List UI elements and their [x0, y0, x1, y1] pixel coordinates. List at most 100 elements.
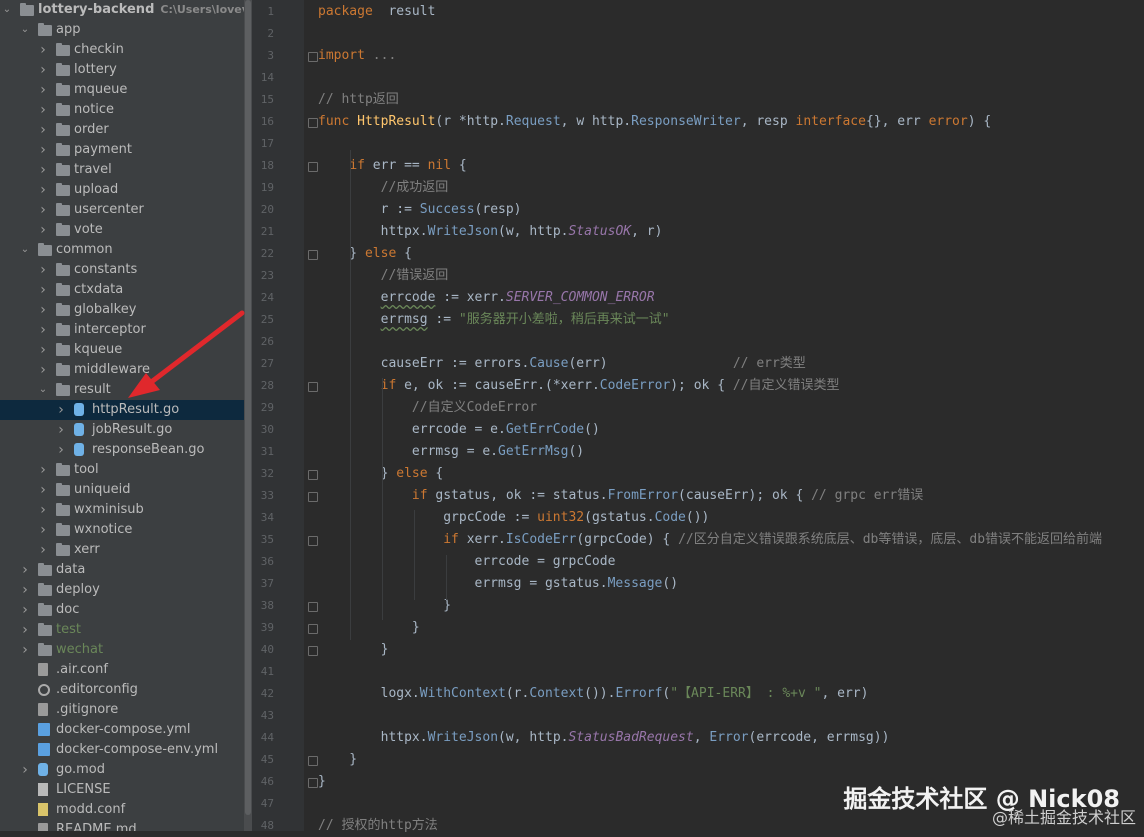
chevron-right-icon[interactable]: › — [38, 500, 48, 520]
tree-item-ctxdata[interactable]: › ctxdata — [0, 280, 244, 300]
tree-item-result[interactable]: ⌄ result — [0, 380, 244, 400]
tree-item-xerr[interactable]: › xerr — [0, 540, 244, 560]
chevron-right-icon[interactable]: › — [20, 640, 30, 660]
fold-marker-icon[interactable] — [308, 756, 318, 766]
code-line[interactable]: package result — [318, 1, 435, 23]
code-line[interactable]: func HttpResult(r *http.Request, w http.… — [318, 111, 991, 133]
chevron-right-icon[interactable]: › — [20, 600, 30, 620]
chevron-right-icon[interactable]: › — [56, 420, 66, 440]
chevron-right-icon[interactable]: › — [38, 300, 48, 320]
fold-marker-icon[interactable] — [308, 536, 318, 546]
chevron-right-icon[interactable]: › — [38, 540, 48, 560]
fold-marker-icon[interactable] — [308, 52, 318, 62]
tree-item-kqueue[interactable]: › kqueue — [0, 340, 244, 360]
tree-item-go-mod[interactable]: › go.mod — [0, 760, 244, 780]
tree-item-test[interactable]: › test — [0, 620, 244, 640]
code-line[interactable]: httpx.WriteJson(w, http.StatusBadRequest… — [318, 727, 890, 749]
chevron-right-icon[interactable]: › — [38, 80, 48, 100]
fold-marker-icon[interactable] — [308, 624, 318, 634]
code-line[interactable]: grpcCode := uint32(gstatus.Code()) — [318, 507, 709, 529]
code-line[interactable]: } else { — [318, 463, 444, 485]
fold-marker-icon[interactable] — [308, 118, 318, 128]
tree-item-interceptor[interactable]: › interceptor — [0, 320, 244, 340]
code-line[interactable]: logx.WithContext(r.Context()).Errorf("【A… — [318, 683, 869, 705]
code-line[interactable]: if e, ok := causeErr.(*xerr.CodeError); … — [318, 375, 840, 397]
code-line[interactable]: // 授权的http方法 — [318, 815, 438, 837]
chevron-right-icon[interactable]: › — [20, 580, 30, 600]
tree-item-middleware[interactable]: › middleware — [0, 360, 244, 380]
chevron-right-icon[interactable]: › — [20, 560, 30, 580]
code-line[interactable]: r := Success(resp) — [318, 199, 522, 221]
tree-item-usercenter[interactable]: › usercenter — [0, 200, 244, 220]
chevron-right-icon[interactable]: › — [38, 200, 48, 220]
fold-marker-icon[interactable] — [308, 492, 318, 502]
chevron-right-icon[interactable]: › — [20, 620, 30, 640]
tree-item-mqueue[interactable]: › mqueue — [0, 80, 244, 100]
code-line[interactable]: import ... — [318, 45, 396, 67]
code-line[interactable]: } — [318, 771, 326, 793]
chevron-right-icon[interactable]: › — [56, 400, 66, 420]
chevron-right-icon[interactable]: › — [38, 340, 48, 360]
tree-item-docker-compose-yml[interactable]: docker-compose.yml — [0, 720, 244, 740]
chevron-down-icon[interactable]: ⌄ — [20, 240, 30, 260]
fold-marker-icon[interactable] — [308, 162, 318, 172]
tree-item-payment[interactable]: › payment — [0, 140, 244, 160]
tree-scrollbar-thumb[interactable] — [245, 0, 251, 815]
fold-marker-icon[interactable] — [308, 646, 318, 656]
chevron-down-icon[interactable]: ⌄ — [2, 0, 12, 20]
code-line[interactable]: } — [318, 617, 420, 639]
tree-item-constants[interactable]: › constants — [0, 260, 244, 280]
tree-item-uniqueid[interactable]: › uniqueid — [0, 480, 244, 500]
chevron-right-icon[interactable]: › — [38, 460, 48, 480]
code-line[interactable]: if err == nil { — [318, 155, 466, 177]
chevron-right-icon[interactable]: › — [38, 160, 48, 180]
code-line[interactable]: //成功返回 — [318, 177, 449, 199]
tree-item-order[interactable]: › order — [0, 120, 244, 140]
code-line[interactable]: errcode := xerr.SERVER_COMMON_ERROR — [318, 287, 655, 309]
fold-marker-icon[interactable] — [308, 382, 318, 392]
code-line[interactable]: causeErr := errors.Cause(err) // err类型 — [318, 353, 806, 375]
fold-marker-icon[interactable] — [308, 778, 318, 788]
chevron-right-icon[interactable]: › — [56, 440, 66, 460]
tree-item-license[interactable]: LICENSE — [0, 780, 244, 800]
code-line[interactable]: errmsg = gstatus.Message() — [318, 573, 679, 595]
tree-item-gitignore[interactable]: .gitignore — [0, 700, 244, 720]
tree-scrollbar[interactable] — [244, 0, 252, 831]
chevron-down-icon[interactable]: ⌄ — [20, 20, 30, 40]
chevron-right-icon[interactable]: › — [38, 360, 48, 380]
tree-item-docker-compose-env-yml[interactable]: docker-compose-env.yml — [0, 740, 244, 760]
chevron-right-icon[interactable]: › — [38, 320, 48, 340]
tree-item-doc[interactable]: › doc — [0, 600, 244, 620]
tree-item-data[interactable]: › data — [0, 560, 244, 580]
code-line[interactable]: } — [318, 595, 451, 617]
chevron-right-icon[interactable]: › — [38, 280, 48, 300]
chevron-right-icon[interactable]: › — [38, 220, 48, 240]
tree-item-modd-conf[interactable]: modd.conf — [0, 800, 244, 820]
code-line[interactable]: if xerr.IsCodeErr(grpcCode) { //区分自定义错误跟… — [318, 529, 1102, 551]
tree-item-vote[interactable]: › vote — [0, 220, 244, 240]
chevron-right-icon[interactable]: › — [38, 60, 48, 80]
tree-item-deploy[interactable]: › deploy — [0, 580, 244, 600]
code-line[interactable]: } — [318, 749, 357, 771]
tree-item-globalkey[interactable]: › globalkey — [0, 300, 244, 320]
chevron-right-icon[interactable]: › — [38, 40, 48, 60]
code-line[interactable]: } else { — [318, 243, 412, 265]
tree-item-jobresult-go[interactable]: › jobResult.go — [0, 420, 244, 440]
chevron-right-icon[interactable]: › — [38, 480, 48, 500]
tree-item-lottery[interactable]: › lottery — [0, 60, 244, 80]
tree-item-wxnotice[interactable]: › wxnotice — [0, 520, 244, 540]
chevron-down-icon[interactable]: ⌄ — [38, 380, 48, 400]
code-line[interactable]: //错误返回 — [318, 265, 449, 287]
code-line[interactable]: httpx.WriteJson(w, http.StatusOK, r) — [318, 221, 663, 243]
tree-item-upload[interactable]: › upload — [0, 180, 244, 200]
chevron-right-icon[interactable]: › — [38, 520, 48, 540]
chevron-right-icon[interactable]: › — [38, 120, 48, 140]
code-line[interactable]: errmsg = e.GetErrMsg() — [318, 441, 584, 463]
tree-item-lottery-backend[interactable]: ⌄ lottery-backendC:\Users\lovevivi\De — [0, 0, 244, 20]
tree-item-air-conf[interactable]: .air.conf — [0, 660, 244, 680]
code-line[interactable]: } — [318, 639, 389, 661]
chevron-right-icon[interactable]: › — [38, 100, 48, 120]
chevron-right-icon[interactable]: › — [38, 140, 48, 160]
tree-item-app[interactable]: ⌄ app — [0, 20, 244, 40]
tree-item-readme-md[interactable]: README.md — [0, 820, 244, 831]
